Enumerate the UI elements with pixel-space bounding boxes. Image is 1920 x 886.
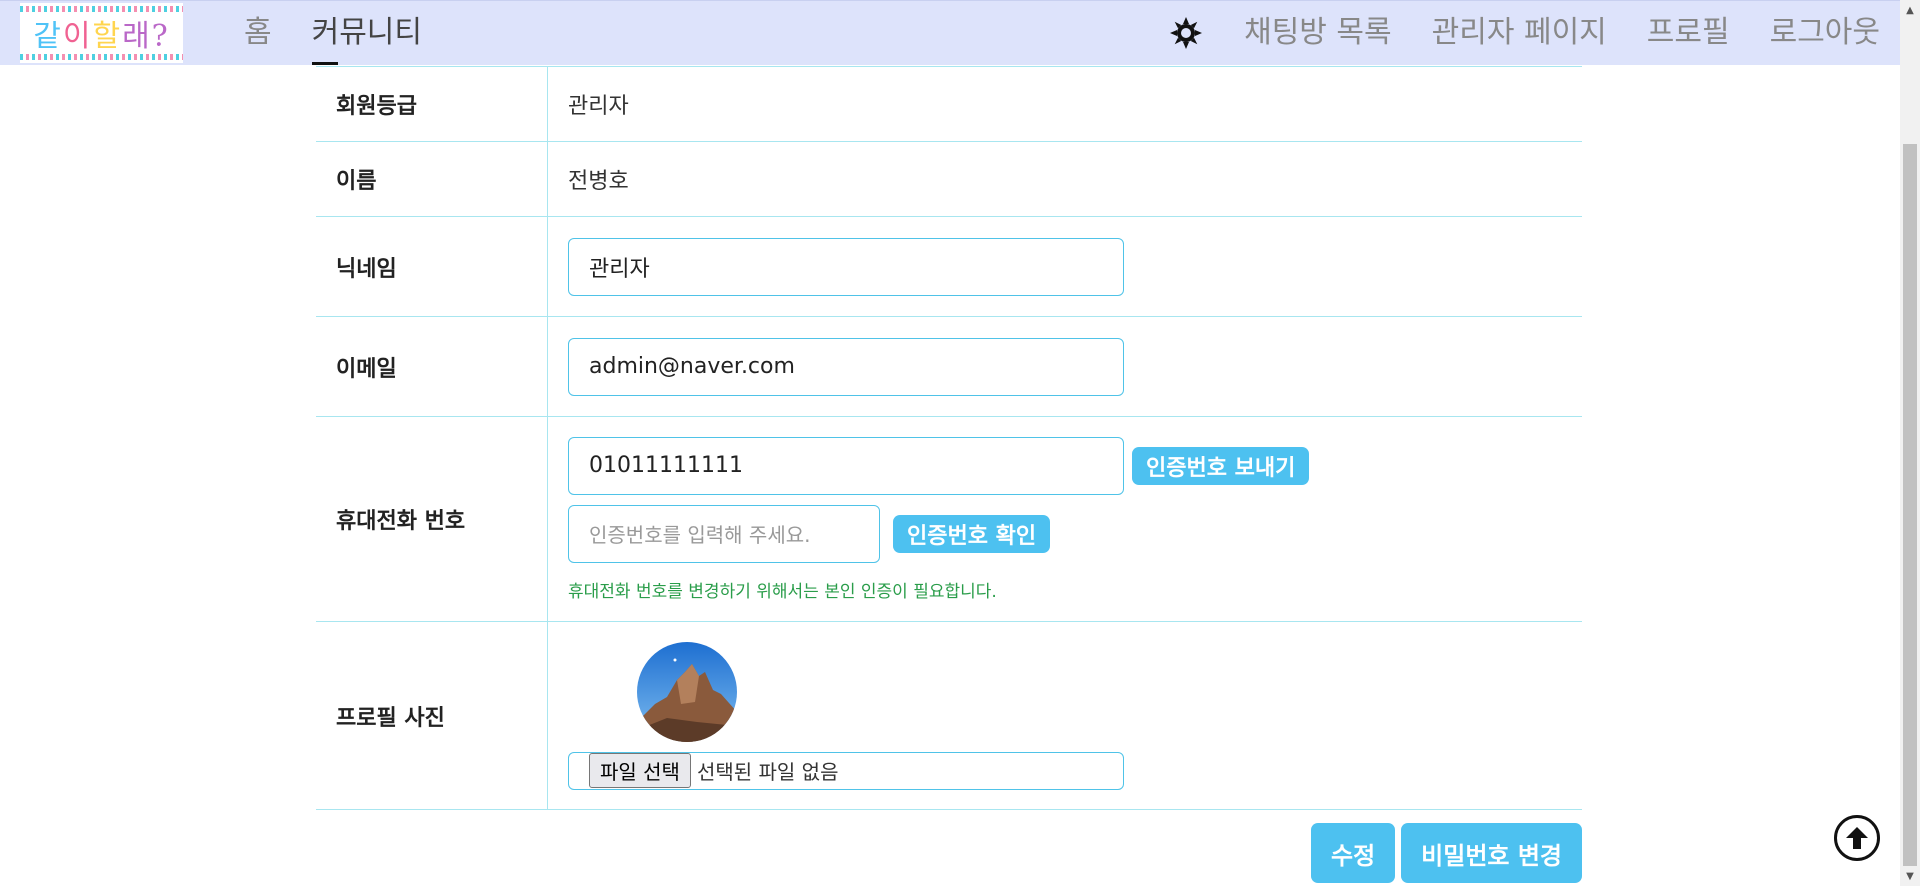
phone-helper-text: 휴대전화 번호를 변경하기 위해서는 본인 인증이 필요합니다. — [568, 581, 997, 602]
logo-char: 래? — [122, 19, 170, 54]
name-label: 이름 — [316, 141, 548, 217]
code-input-row: 인증번호를 입력해 주세요. 인증번호 확인 — [568, 504, 1581, 563]
site-logo[interactable]: 같 이 할 래? — [20, 3, 183, 63]
top-navbar: 같 이 할 래? 홈 커뮤니티 채팅방 목록 관리자 페이지 프로필 로그아웃 — [0, 0, 1900, 65]
phone-input[interactable]: 01011111111 — [568, 436, 1124, 495]
logo-decoration — [20, 54, 183, 60]
logo-char: 이 — [62, 19, 93, 54]
phone-label: 휴대전화 번호 — [316, 416, 548, 622]
grade-value: 관리자 — [547, 66, 1582, 142]
grade-label: 회원등급 — [316, 66, 548, 142]
nav-community[interactable]: 커뮤니티 — [311, 1, 422, 65]
page-scrollbar[interactable]: ▲ ▼ — [1900, 0, 1920, 886]
nav-chat-list[interactable]: 채팅방 목록 — [1244, 1, 1392, 65]
photo-cell: 파일 선택 선택된 파일 없음 — [547, 621, 1582, 810]
verification-code-input[interactable]: 인증번호를 입력해 주세요. — [568, 504, 880, 563]
arrow-up-icon — [1846, 827, 1868, 849]
logo-char: 같 — [33, 19, 63, 54]
nav-logout[interactable]: 로그아웃 — [1770, 1, 1880, 65]
change-password-button[interactable]: 비밀번호 변경 — [1401, 823, 1582, 883]
file-status: 선택된 파일 없음 — [696, 760, 839, 784]
photo-label: 프로필 사진 — [316, 621, 548, 810]
scroll-up-arrow-icon[interactable]: ▲ — [1900, 0, 1920, 20]
email-label: 이메일 — [316, 316, 548, 417]
email-cell: admin@naver.com — [547, 316, 1582, 417]
nickname-input[interactable]: 관리자 — [568, 237, 1124, 296]
nickname-label: 닉네임 — [316, 216, 548, 317]
logo-decoration — [20, 6, 183, 12]
nav-left: 홈 커뮤니티 — [244, 1, 462, 65]
form-actions: 수정 비밀번호 변경 — [1310, 823, 1582, 883]
phone-cell: 01011111111 인증번호 보내기 인증번호를 입력해 주세요. 인증번호… — [547, 416, 1582, 622]
scroll-to-top-button[interactable] — [1834, 815, 1880, 861]
send-code-button[interactable]: 인증번호 보내기 — [1132, 446, 1310, 485]
scroll-down-arrow-icon[interactable]: ▼ — [1900, 866, 1920, 886]
nav-right: 채팅방 목록 관리자 페이지 프로필 로그아웃 — [1168, 1, 1880, 65]
phone-input-row: 01011111111 인증번호 보내기 — [568, 436, 1581, 495]
theme-toggle-icon[interactable] — [1168, 15, 1204, 51]
form-row-grade: 회원등급 관리자 — [316, 66, 1582, 142]
form-row-name: 이름 전병호 — [316, 141, 1582, 217]
logo-char: 할 — [92, 19, 123, 54]
scroll-thumb[interactable] — [1903, 144, 1917, 866]
form-row-photo: 프로필 사진 파일 선택 선택된 파일 없음 — [316, 621, 1582, 810]
edit-button[interactable]: 수정 — [1310, 823, 1396, 883]
email-input[interactable]: admin@naver.com — [568, 337, 1124, 396]
form-row-email: 이메일 admin@naver.com — [316, 316, 1582, 417]
profile-avatar — [637, 641, 737, 742]
profile-form: 회원등급 관리자 이름 전병호 닉네임 관리자 이메일 admin@naver.… — [316, 66, 1582, 810]
file-input[interactable]: 파일 선택 선택된 파일 없음 — [568, 751, 1124, 790]
choose-file-button[interactable]: 파일 선택 — [589, 753, 691, 788]
nav-admin-page[interactable]: 관리자 페이지 — [1432, 1, 1607, 65]
nav-profile[interactable]: 프로필 — [1647, 1, 1730, 65]
nav-home[interactable]: 홈 — [244, 1, 272, 65]
form-row-phone: 휴대전화 번호 01011111111 인증번호 보내기 인증번호를 입력해 주… — [316, 416, 1582, 622]
nickname-cell: 관리자 — [547, 216, 1582, 317]
form-row-nickname: 닉네임 관리자 — [316, 216, 1582, 317]
name-value: 전병호 — [547, 141, 1582, 217]
confirm-code-button[interactable]: 인증번호 확인 — [893, 514, 1051, 553]
